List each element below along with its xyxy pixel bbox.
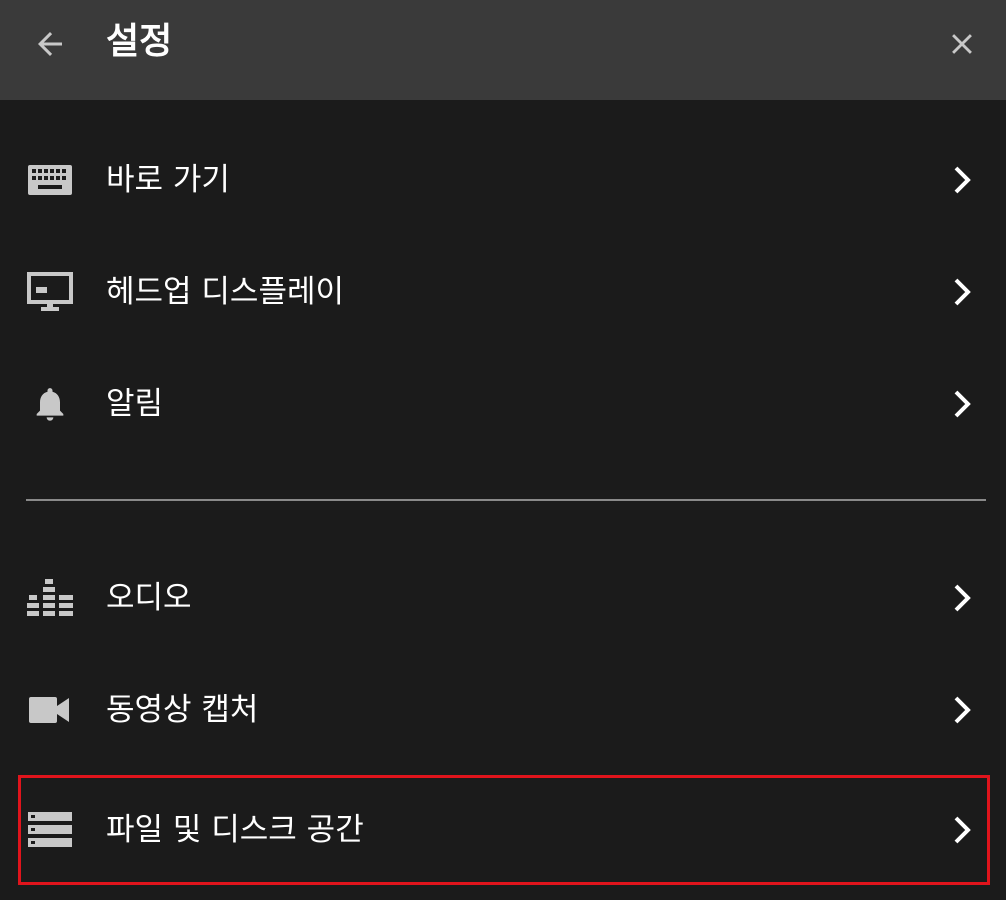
settings-item-files-disk[interactable]: 파일 및 디스크 공간 [18,775,990,885]
settings-item-label: 헤드업 디스플레이 [106,274,345,310]
section-divider [26,499,986,501]
settings-item-label: 알림 [106,386,164,422]
settings-item-label: 파일 및 디스크 공간 [106,812,364,848]
settings-item-label: 동영상 캡처 [106,692,259,728]
chevron-right-icon [948,164,976,196]
bell-icon [26,380,74,428]
settings-panel: 설정 바로 가기 헤드업 디스플레이 알림 오디오 동영상 캡처 파일 및 디스… [0,0,1006,900]
settings-item-notifications[interactable]: 알림 [18,349,990,459]
chevron-right-icon [948,814,976,846]
settings-item-video-capture[interactable]: 동영상 캡처 [18,655,990,765]
settings-item-hud[interactable]: 헤드업 디스플레이 [18,237,990,347]
chevron-right-icon [948,388,976,420]
monitor-icon [26,268,74,316]
close-button[interactable] [938,22,986,66]
settings-item-audio[interactable]: 오디오 [18,543,990,653]
chevron-right-icon [948,276,976,308]
arrow-left-icon [32,26,68,62]
settings-item-label: 바로 가기 [106,162,230,198]
chevron-right-icon [948,582,976,614]
keyboard-icon [26,156,74,204]
page-title: 설정 [106,21,173,62]
header-bar: 설정 [0,0,1006,100]
settings-item-label: 오디오 [106,580,192,616]
chevron-right-icon [948,694,976,726]
videocam-icon [26,686,74,734]
back-button[interactable] [26,22,74,66]
close-icon [945,27,979,61]
storage-icon [26,806,74,854]
settings-item-shortcuts[interactable]: 바로 가기 [18,125,990,235]
equalizer-icon [26,574,74,622]
